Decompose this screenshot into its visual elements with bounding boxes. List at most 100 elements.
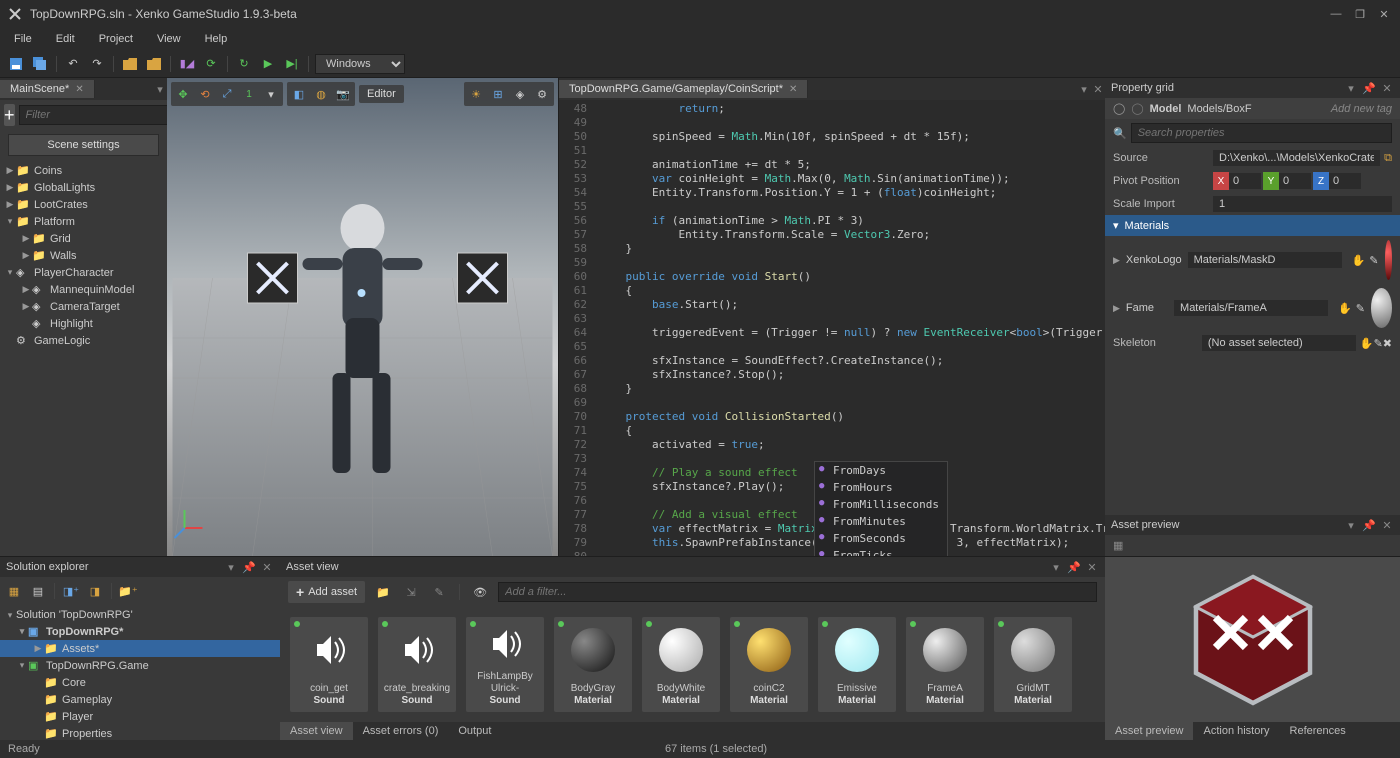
- tab-references[interactable]: References: [1280, 722, 1356, 740]
- property-search-input[interactable]: [1131, 123, 1392, 143]
- pin-icon[interactable]: 📌: [1362, 518, 1376, 532]
- redo-icon[interactable]: ↷: [87, 54, 107, 74]
- close-icon[interactable]: ✕: [1380, 81, 1394, 95]
- source-field[interactable]: [1213, 150, 1380, 166]
- asset-card[interactable]: BodyGrayMaterial: [554, 617, 632, 712]
- add-tag-button[interactable]: Add new tag: [1331, 103, 1392, 115]
- asset-card[interactable]: FrameAMaterial: [906, 617, 984, 712]
- edit-icon[interactable]: ✎: [1356, 302, 1365, 315]
- hierarchy-node[interactable]: ▾📁Platform: [0, 213, 167, 230]
- pivot-x-input[interactable]: [1229, 173, 1261, 189]
- code-editor[interactable]: 48 49 50 51 52 53 54 55 56 57 58 59 60 6…: [559, 100, 1105, 556]
- folder-icon[interactable]: [120, 54, 140, 74]
- materials-header[interactable]: ▾Materials: [1105, 215, 1400, 236]
- build-icon[interactable]: ↻: [234, 54, 254, 74]
- skeleton-field[interactable]: [1202, 335, 1356, 351]
- hierarchy-node[interactable]: ▶📁Coins: [0, 162, 167, 179]
- intellisense-item[interactable]: FromDays: [815, 462, 947, 479]
- folder-icon[interactable]: 📁: [373, 582, 393, 602]
- menu-project[interactable]: Project: [89, 31, 143, 47]
- hierarchy-node[interactable]: ◈Highlight: [0, 315, 167, 332]
- add-existing-icon[interactable]: ◨: [85, 581, 105, 601]
- solution-node[interactable]: 📁Player: [0, 708, 280, 725]
- menu-help[interactable]: Help: [195, 31, 238, 47]
- close-panel-icon[interactable]: ✕: [1091, 82, 1105, 96]
- add-entity-button[interactable]: +: [4, 104, 15, 126]
- material-value-input[interactable]: [1174, 300, 1328, 316]
- tab-asset-preview[interactable]: Asset preview: [1105, 722, 1193, 740]
- pivot-y-input[interactable]: [1279, 173, 1311, 189]
- solution-node[interactable]: 📁Properties: [0, 725, 280, 740]
- edit-icon[interactable]: ✎: [1374, 337, 1383, 350]
- material-value-input[interactable]: [1188, 252, 1342, 268]
- dropdown-icon[interactable]: ▾: [1049, 560, 1063, 574]
- forward-icon[interactable]: ◯: [1131, 102, 1143, 115]
- tab-asset-view[interactable]: Asset view: [280, 722, 353, 740]
- browse-icon[interactable]: ⧉: [1384, 152, 1392, 165]
- asset-preview-viewport[interactable]: [1105, 557, 1400, 722]
- solution-node[interactable]: 📁Core: [0, 674, 280, 691]
- solution-tree[interactable]: ▾Solution 'TopDownRPG' ▾▣TopDownRPG*▶📁As…: [0, 605, 280, 740]
- tab-coinscript[interactable]: TopDownRPG.Game/Gameplay/CoinScript* ✕: [559, 80, 808, 98]
- solution-root[interactable]: Solution 'TopDownRPG': [16, 609, 133, 621]
- asset-card[interactable]: GridMTMaterial: [994, 617, 1072, 712]
- hand-icon[interactable]: ✋: [1338, 302, 1352, 315]
- hierarchy-node[interactable]: ▶📁Grid: [0, 230, 167, 247]
- solution-node[interactable]: ▶📁Assets*: [0, 640, 280, 657]
- intellisense-item[interactable]: FromMilliseconds: [815, 496, 947, 513]
- add-icon[interactable]: ◨⁺: [61, 581, 81, 601]
- menu-file[interactable]: File: [4, 31, 42, 47]
- vs-icon[interactable]: ▮◢: [177, 54, 197, 74]
- hierarchy-node[interactable]: ⚙GameLogic: [0, 332, 167, 349]
- close-icon[interactable]: ✕: [1380, 518, 1394, 532]
- minimize-button[interactable]: —: [1328, 6, 1344, 22]
- new-folder-icon[interactable]: 📁⁺: [118, 581, 138, 601]
- undo-icon[interactable]: ↶: [63, 54, 83, 74]
- folder-open-icon[interactable]: [144, 54, 164, 74]
- intellisense-item[interactable]: FromSeconds: [815, 530, 947, 547]
- intellisense-popup[interactable]: FromDaysFromHoursFromMillisecondsFromMin…: [814, 461, 948, 556]
- asset-filter-input[interactable]: [498, 582, 1097, 602]
- intellisense-item[interactable]: FromTicks: [815, 547, 947, 556]
- solution-node[interactable]: ▾▣TopDownRPG.Game: [0, 657, 280, 674]
- hierarchy-node[interactable]: ▶◈MannequinModel: [0, 281, 167, 298]
- hierarchy-filter-input[interactable]: [19, 105, 176, 125]
- hierarchy-node[interactable]: ▶📁LootCrates: [0, 196, 167, 213]
- tab-action-history[interactable]: Action history: [1193, 722, 1279, 740]
- tab-output[interactable]: Output: [448, 722, 501, 740]
- asset-card[interactable]: coinC2Material: [730, 617, 808, 712]
- asset-card[interactable]: crate_breakingSound: [378, 617, 456, 712]
- scene-viewport[interactable]: ✥ ⟲ ⤢ 1 ▾ ◧ ◍ 📷 Editor ☀ ⊞: [167, 78, 558, 556]
- play-frame-icon[interactable]: ▶|: [282, 54, 302, 74]
- hierarchy-node[interactable]: ▶◈CameraTarget: [0, 298, 167, 315]
- tab-asset-errors[interactable]: Asset errors (0): [353, 722, 449, 740]
- hand-icon[interactable]: ✋: [1352, 254, 1366, 267]
- hierarchy-node[interactable]: ▶📁GlobalLights: [0, 179, 167, 196]
- tab-mainscene[interactable]: MainScene* ✕: [0, 80, 95, 98]
- collapse-icon[interactable]: ▤: [28, 581, 48, 601]
- add-asset-button[interactable]: +Add asset: [288, 581, 365, 603]
- save-all-icon[interactable]: [30, 54, 50, 74]
- menu-view[interactable]: View: [147, 31, 191, 47]
- tab-close-icon[interactable]: ✕: [789, 84, 797, 95]
- solution-node[interactable]: ▾▣TopDownRPG*: [0, 623, 280, 640]
- tab-dropdown-icon[interactable]: ▾: [153, 82, 167, 96]
- hierarchy-node[interactable]: ▶📁Walls: [0, 247, 167, 264]
- preview-settings-icon[interactable]: ▦: [1113, 539, 1392, 552]
- hierarchy-tree[interactable]: ▶📁Coins▶📁GlobalLights▶📁LootCrates▾📁Platf…: [0, 160, 167, 556]
- asset-grid[interactable]: coin_getSoundcrate_breakingSoundFishLamp…: [280, 607, 1105, 722]
- edit-icon[interactable]: ✎: [1369, 254, 1378, 267]
- close-button[interactable]: ✕: [1376, 6, 1392, 22]
- solution-node[interactable]: 📁Gameplay: [0, 691, 280, 708]
- show-all-icon[interactable]: ▦: [4, 581, 24, 601]
- pin-icon[interactable]: 📌: [1362, 81, 1376, 95]
- edit-icon[interactable]: ✎: [429, 582, 449, 602]
- dropdown-icon[interactable]: ▾: [224, 560, 238, 574]
- reload-icon[interactable]: ⟳: [201, 54, 221, 74]
- tab-close-icon[interactable]: ✕: [75, 84, 83, 95]
- asset-card[interactable]: FishLampBy Ulrick-EvensSaliesSound: [466, 617, 544, 712]
- import-icon[interactable]: ⇲: [401, 582, 421, 602]
- scene-settings-button[interactable]: Scene settings: [8, 134, 159, 156]
- pin-icon[interactable]: 📌: [242, 560, 256, 574]
- pivot-z-input[interactable]: [1329, 173, 1361, 189]
